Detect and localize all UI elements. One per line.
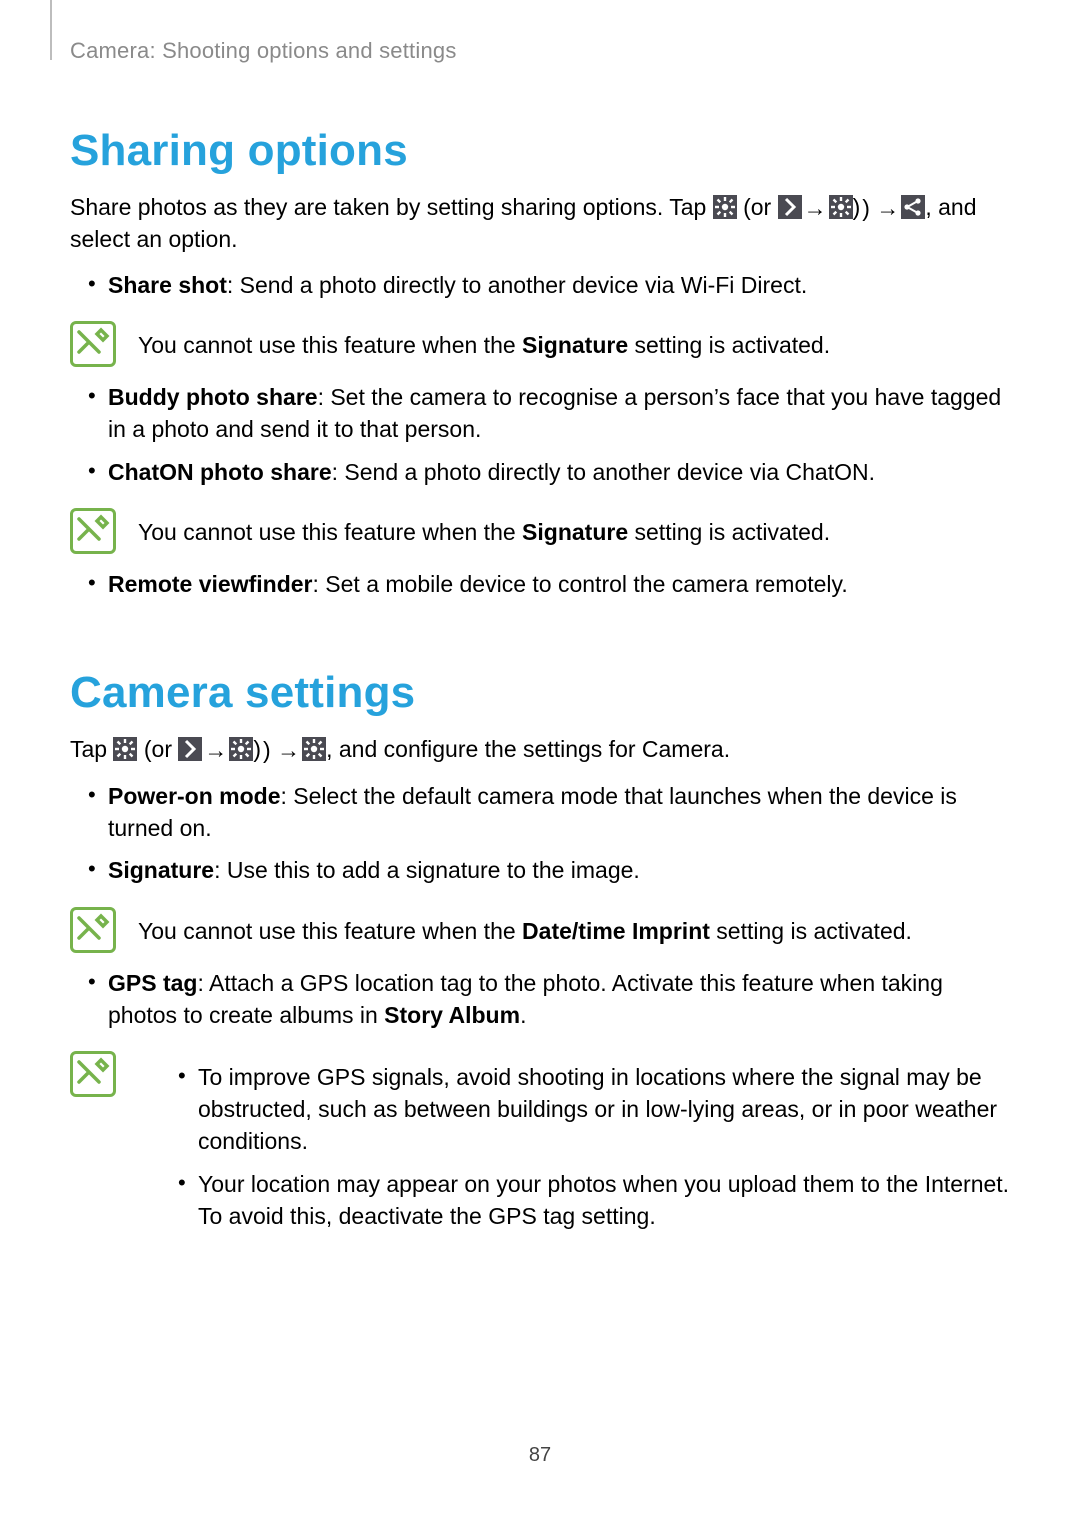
bullet-list: GPS tag: Attach a GPS location tag to th…: [70, 967, 1010, 1031]
desc: : Set a mobile device to control the cam…: [313, 571, 848, 597]
list-item: Power-on mode: Select the default camera…: [70, 780, 1010, 844]
settings-icon: [302, 737, 326, 761]
text: , and configure the settings for Camera.: [326, 736, 730, 762]
list-item: Remote viewfinder: Set a mobile device t…: [70, 568, 1010, 600]
settings-icon: [829, 195, 853, 219]
bullet-list: Remote viewfinder: Set a mobile device t…: [70, 568, 1010, 600]
note-body: To improve GPS signals, avoid shooting i…: [138, 1051, 1010, 1232]
page: Camera: Shooting options and settings Sh…: [0, 0, 1080, 1527]
heading-camera-settings: Camera settings: [70, 668, 1010, 718]
term: GPS tag: [108, 970, 197, 996]
share-icon: [901, 195, 925, 219]
note-icon: [70, 907, 116, 953]
term: Signature: [522, 519, 628, 545]
chevron-right-icon: [778, 195, 802, 219]
list-item: Share shot: Send a photo directly to ano…: [70, 269, 1010, 301]
bullet-list: Power-on mode: Select the default camera…: [70, 780, 1010, 887]
sharing-intro: Share photos as they are taken by settin…: [70, 192, 1010, 255]
term: Share shot: [108, 272, 227, 298]
text: You cannot use this feature when the: [138, 332, 522, 358]
term: Power-on mode: [108, 783, 281, 809]
list-item: Buddy photo share: Set the camera to rec…: [70, 381, 1010, 445]
term: Date/time Imprint: [522, 918, 710, 944]
bullet-list: Share shot: Send a photo directly to ano…: [70, 269, 1010, 301]
term: Buddy photo share: [108, 384, 318, 410]
term: Story Album: [384, 1002, 520, 1028]
side-rule: [50, 0, 52, 60]
settings-icon: [229, 737, 253, 761]
text: Tap: [70, 736, 113, 762]
arrow-icon: →: [802, 193, 829, 224]
desc: : Send a photo directly to another devic…: [227, 272, 807, 298]
text: ): [253, 736, 261, 762]
note-text: You cannot use this feature when the Sig…: [138, 321, 1010, 361]
text: (or: [137, 736, 178, 762]
term: ChatON photo share: [108, 459, 332, 485]
heading-sharing-options: Sharing options: [70, 126, 1010, 176]
note-block: To improve GPS signals, avoid shooting i…: [70, 1051, 1010, 1232]
list-item: To improve GPS signals, avoid shooting i…: [138, 1061, 1010, 1158]
note-icon: [70, 1051, 116, 1097]
note-icon: [70, 508, 116, 554]
desc: : Send a photo directly to another devic…: [332, 459, 875, 485]
note-block: You cannot use this feature when the Sig…: [70, 321, 1010, 367]
note-icon: [70, 321, 116, 367]
text: setting is activated.: [628, 332, 830, 358]
note-text: You cannot use this feature when the Dat…: [138, 907, 1010, 947]
list-item: ChatON photo share: Send a photo directl…: [70, 456, 1010, 488]
chevron-right-icon: [178, 737, 202, 761]
arrow-icon: ) →: [261, 735, 302, 766]
text: You cannot use this feature when the: [138, 918, 522, 944]
camera-settings-intro: Tap (or → )) → , and configure the setti…: [70, 734, 1010, 766]
text: You cannot use this feature when the: [138, 519, 522, 545]
breadcrumb: Camera: Shooting options and settings: [70, 38, 1010, 64]
text: ): [853, 194, 861, 220]
list-item: GPS tag: Attach a GPS location tag to th…: [70, 967, 1010, 1031]
arrow-icon: →: [202, 735, 229, 766]
page-number: 87: [0, 1444, 1080, 1467]
settings-icon: [113, 737, 137, 761]
desc: .: [520, 1002, 526, 1028]
note-block: You cannot use this feature when the Sig…: [70, 508, 1010, 554]
desc: : Use this to add a signature to the ima…: [214, 857, 640, 883]
arrow-icon: ) →: [860, 193, 901, 224]
bullet-list: To improve GPS signals, avoid shooting i…: [138, 1061, 1010, 1232]
note-text: You cannot use this feature when the Sig…: [138, 508, 1010, 548]
text: setting is activated.: [628, 519, 830, 545]
term: Signature: [108, 857, 214, 883]
list-item: Signature: Use this to add a signature t…: [70, 854, 1010, 886]
bullet-list: Buddy photo share: Set the camera to rec…: [70, 381, 1010, 488]
term: Signature: [522, 332, 628, 358]
list-item: Your location may appear on your photos …: [138, 1168, 1010, 1232]
text: (or: [737, 194, 778, 220]
text: setting is activated.: [710, 918, 912, 944]
text: Share photos as they are taken by settin…: [70, 194, 713, 220]
settings-icon: [713, 195, 737, 219]
note-block: You cannot use this feature when the Dat…: [70, 907, 1010, 953]
term: Remote viewfinder: [108, 571, 313, 597]
